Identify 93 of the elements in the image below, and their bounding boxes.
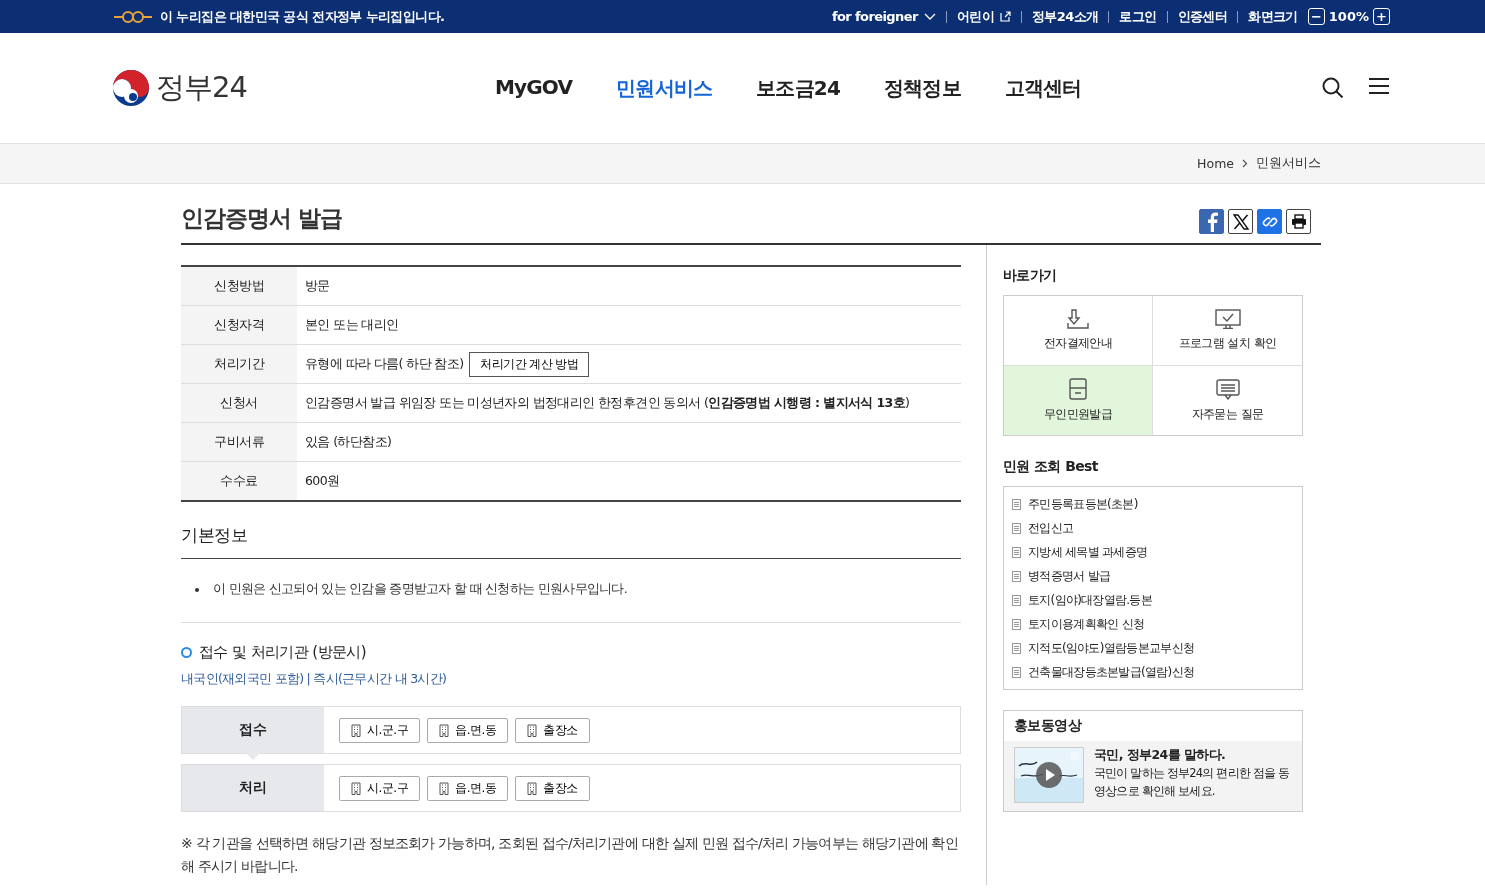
top-link[interactable]: 로그인: [1119, 7, 1157, 26]
list-link[interactable]: 병적증명서 발급: [1012, 564, 1294, 588]
section-subtitle: 접수 및 처리기관 (방문시): [199, 643, 366, 662]
breadcrumb-link[interactable]: Home: [1197, 156, 1234, 171]
list-link[interactable]: 지방세 세목별 과세증명: [1012, 540, 1294, 564]
row-label: 수수료: [181, 462, 297, 500]
list-link[interactable]: 토지이용계획확인 신청: [1012, 612, 1294, 636]
document-icon: [1012, 498, 1021, 510]
building-icon: [527, 723, 538, 737]
document-icon: [1012, 666, 1021, 678]
search-button[interactable]: [1322, 77, 1344, 99]
document-icon: [1012, 642, 1021, 654]
top-link[interactable]: 화면크기: [1248, 7, 1298, 26]
row-value: 600원: [305, 472, 340, 490]
search-icon: [1322, 77, 1344, 99]
building-icon: [439, 723, 450, 737]
office-button[interactable]: 시.군.구: [339, 717, 421, 743]
nav-item[interactable]: 정책정보: [884, 74, 961, 102]
document-icon: [1012, 570, 1021, 582]
document-icon: [1012, 546, 1021, 558]
share-button[interactable]: [1228, 209, 1253, 234]
monitor-icon: [1214, 309, 1241, 329]
video-description: 국민이 말하는 정부24의 편리한 점을 동영상으로 확인해 보세요.: [1094, 765, 1291, 800]
print-button[interactable]: [1286, 209, 1311, 234]
x-icon: [1232, 213, 1249, 230]
row-label: 처리기간: [181, 345, 297, 383]
top-link[interactable]: 어린이: [956, 7, 1011, 26]
building-icon: [351, 781, 361, 795]
video-headline[interactable]: 국민, 정부24를 말하다.: [1094, 747, 1294, 764]
ring-icon: [181, 647, 192, 658]
office-button[interactable]: 읍.면.동: [427, 717, 509, 743]
top-link[interactable]: 정부24소개: [1031, 7, 1099, 26]
chevron-down-icon: [923, 12, 936, 21]
play-icon: [1036, 762, 1062, 788]
building-icon: [351, 723, 361, 737]
zoom-level: 100%: [1328, 9, 1369, 24]
nav-item[interactable]: 민원서비스: [616, 74, 713, 102]
list-link[interactable]: 전입신고: [1012, 516, 1294, 540]
sidebar-title: 민원 조회 Best: [1003, 458, 1099, 476]
row-value: 인감증명서 발급 위임장 또는 미성년자의 법정대리인 한정후견인 동의서 (인감증명법 시행령 : 별지서식 13호): [305, 394, 910, 412]
row-label: 신청자격: [181, 306, 297, 344]
kiosk-icon: [1068, 378, 1088, 400]
note-text: ※ 각 기관을 선택하면 해당기관 정보조회가 가능하며, 조회된 접수/처리기관에 대한 실제 민원 접수/처리 가능여부는 해당기관에 확인해 주시기 바랍니다.: [181, 834, 959, 876]
menu-icon: [1368, 77, 1390, 95]
section-title: 기본정보: [181, 524, 961, 559]
bullet-icon: [195, 587, 199, 592]
row-value: 방문: [305, 277, 330, 295]
chevron-right-icon: [1242, 159, 1248, 168]
top-link[interactable]: 인증센터: [1177, 7, 1228, 26]
shortcut-tile[interactable]: 무인민원발급: [1004, 366, 1153, 435]
document-icon: [1012, 594, 1021, 606]
list-link[interactable]: 토지(임야)대장열람.등본: [1012, 588, 1294, 612]
building-icon: [439, 781, 450, 795]
building-icon: [527, 781, 538, 795]
row-label: 신청방법: [181, 267, 297, 305]
emblem-icon: [112, 9, 154, 24]
agency-row-label: 처리: [182, 765, 324, 811]
notice-text: 이 누리집은 대한민국 공식 전자정부 누리집입니다.: [160, 7, 445, 26]
agency-info-text: 내국인(재외국민 포함) | 즉시(근무시간 내 3시간): [181, 671, 448, 688]
external-link-icon: [999, 11, 1011, 22]
nav-item[interactable]: MyGOV: [494, 74, 573, 102]
office-button[interactable]: 시.군.구: [339, 775, 421, 801]
document-icon: [1012, 522, 1021, 534]
zoom-out-button[interactable]: −: [1307, 8, 1325, 25]
row-value: 있음 (하단참조): [305, 433, 392, 451]
row-label: 신청서: [181, 384, 297, 422]
document-icon: [1012, 618, 1021, 630]
nav-item[interactable]: 보조금24: [756, 74, 841, 102]
list-link[interactable]: 지적도(임야도)열람등본교부신청: [1012, 636, 1294, 660]
logo[interactable]: 정부24: [112, 68, 247, 108]
emblem-logo-icon: [112, 69, 150, 107]
list-link[interactable]: 건축물대장등초본발급(열람)신청: [1012, 660, 1294, 684]
shortcut-tile[interactable]: 전자결제안내: [1004, 296, 1153, 366]
breadcrumb-link[interactable]: 민원서비스: [1256, 155, 1321, 172]
office-button[interactable]: 읍.면.동: [427, 775, 509, 801]
download-icon: [1067, 309, 1089, 329]
list-link[interactable]: 주민등록표등본(초본): [1012, 492, 1294, 516]
office-button[interactable]: 출장소: [515, 717, 590, 743]
pointer-icon: [246, 753, 260, 760]
office-button[interactable]: 출장소: [515, 775, 590, 801]
chat-icon: [1215, 378, 1240, 400]
row-value: 본인 또는 대리인: [305, 316, 399, 334]
page-title: 인감증명서 발급: [181, 204, 342, 233]
nav-item[interactable]: 고객센터: [1004, 74, 1082, 102]
panel-title: 홍보동영상: [1004, 711, 1302, 741]
bullet-text: 이 민원은 신고되어 있는 인감을 증명받고자 할 때 신청하는 민원사무입니다.: [213, 581, 628, 598]
print-icon: [1290, 214, 1307, 229]
row-label: 구비서류: [181, 423, 297, 461]
row-value: 유형에 따라 다름( 하단 참조): [305, 355, 464, 373]
zoom-in-button[interactable]: +: [1373, 8, 1390, 25]
top-link[interactable]: for foreigner: [831, 9, 936, 24]
calc-method-button[interactable]: 처리기간 계산 방법: [469, 351, 590, 377]
sidebar-title: 바로가기: [1003, 267, 1058, 285]
